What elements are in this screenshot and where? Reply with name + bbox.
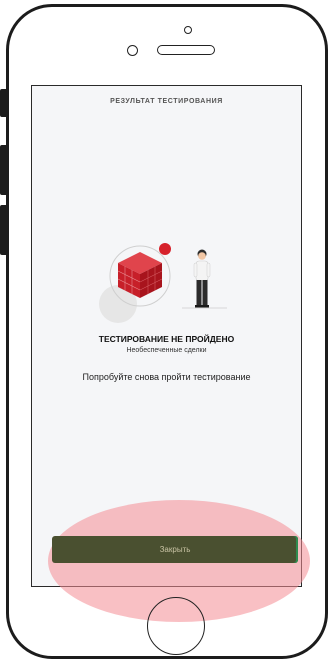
camera-icon <box>184 26 192 34</box>
result-title: ТЕСТИРОВАНИЕ НЕ ПРОЙДЕНО <box>98 334 235 344</box>
close-button[interactable]: Закрыть <box>52 536 298 563</box>
person-icon <box>193 249 211 308</box>
red-dot <box>159 243 171 255</box>
side-button-silent <box>0 89 8 117</box>
page-title: РЕЗУЛЬТАТ ТЕСТИРОВАНИЯ <box>110 98 223 105</box>
result-illustration <box>99 243 227 323</box>
result-message: Попробуйте снова пройти тестирование <box>82 372 251 382</box>
sensor-icon <box>127 45 138 56</box>
result-subtitle: Необеспеченные сделки <box>126 347 207 354</box>
speaker-icon <box>157 45 215 55</box>
home-button[interactable] <box>147 597 205 655</box>
side-button-volume-down <box>0 205 8 255</box>
side-button-volume-up <box>0 145 8 195</box>
